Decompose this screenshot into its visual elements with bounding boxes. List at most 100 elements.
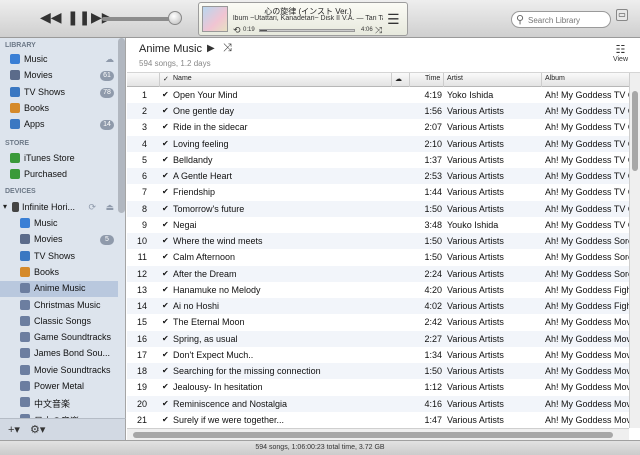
table-row[interactable]: 3 ✔ Ride in the sidecar 2:07 Various Artists… xyxy=(127,119,629,135)
table-row[interactable]: 7 ✔ Friendship 1:44 Various Artists Ah! My Go… xyxy=(127,184,629,200)
table-row[interactable]: 11 ✔ Calm Afternoon 1:50 Various Artists Ah! … xyxy=(127,249,629,265)
name-column-header[interactable]: Name xyxy=(173,75,192,82)
table-row[interactable]: 15 ✔ The Eternal Moon 2:42 Various Artists Ah… xyxy=(127,314,629,330)
checkbox[interactable]: ✔ xyxy=(162,236,172,245)
device-item[interactable]: ▾ Infinite Hori... ⟳ ⏏ xyxy=(0,200,118,216)
checkbox[interactable]: ✔ xyxy=(162,334,172,343)
table-row[interactable]: 9 ✔ Negai 3:48 Youko Ishida Ah! My Goddess TV… xyxy=(127,217,629,233)
checkbox[interactable]: ✔ xyxy=(162,366,172,375)
sidebar-item-label: Books xyxy=(24,102,50,113)
table-row[interactable]: 18 ✔ Searching for the missing connection 1… xyxy=(127,363,629,380)
add-playlist-button[interactable]: +▾ xyxy=(8,423,20,436)
sidebar-item-[interactable]: 中文音楽 xyxy=(0,395,118,411)
vertical-scrollbar[interactable] xyxy=(629,73,640,428)
minimize-window-button[interactable]: ▭ xyxy=(616,9,628,21)
sidebar-item-power-metal[interactable]: Power Metal xyxy=(0,379,118,395)
sidebar-item-tv-shows[interactable]: TV Shows 78 xyxy=(0,85,118,101)
table-row[interactable]: 16 ✔ Spring, as usual 2:27 Various Artists Ah… xyxy=(127,330,629,347)
horizontal-scroll-thumb[interactable] xyxy=(133,432,613,438)
time-column-header[interactable]: Time xyxy=(425,75,440,82)
sidebar-item-tv-shows[interactable]: TV Shows xyxy=(0,249,118,265)
disclosure-triangle-icon[interactable]: ▾ xyxy=(3,202,7,211)
shuffle-icon[interactable]: ⤨ xyxy=(375,25,382,36)
checkbox[interactable]: ✔ xyxy=(162,155,172,164)
sidebar-item-james-bond-sou[interactable]: James Bond Sou... xyxy=(0,346,118,362)
checkbox[interactable]: ✔ xyxy=(162,269,172,278)
table-row[interactable]: 21 ✔ Surely if we were together... 1:47 Vari… xyxy=(127,412,629,428)
table-row[interactable]: 2 ✔ One gentle day 1:56 Various Artists Ah! M… xyxy=(127,103,629,120)
view-button[interactable]: ☷ View xyxy=(613,43,628,63)
check-column-header[interactable]: ✓ xyxy=(163,75,169,83)
settings-gear-icon[interactable]: ⚙▾ xyxy=(30,423,45,436)
horizontal-scrollbar[interactable] xyxy=(127,428,629,440)
table-row[interactable]: 8 ✔ Tomorrow's future 1:50 Various Artists Ah… xyxy=(127,200,629,217)
track-number: 11 xyxy=(137,252,147,263)
repeat-icon[interactable]: ⟲ xyxy=(233,25,241,36)
checkbox[interactable]: ✔ xyxy=(162,301,172,310)
song-time: 2:07 xyxy=(424,122,442,133)
pause-button[interactable]: ❚❚ xyxy=(67,9,90,26)
sidebar-item-music[interactable]: Music xyxy=(0,216,118,232)
checkbox[interactable]: ✔ xyxy=(162,187,172,196)
song-progress-bar[interactable] xyxy=(259,29,355,32)
eject-icon[interactable]: ⏏ xyxy=(105,202,114,213)
table-row[interactable]: 5 ✔ Belldandy 1:37 Various Artists Ah! My God… xyxy=(127,152,629,168)
sidebar-item-movie-soundtracks[interactable]: Movie Soundtracks xyxy=(0,363,118,379)
sidebar-item-books[interactable]: Books xyxy=(0,265,118,281)
table-row[interactable]: 6 ✔ A Gentle Heart 2:53 Various Artists Ah! M… xyxy=(127,168,629,185)
sidebar-item-classic-songs[interactable]: Classic Songs xyxy=(0,314,118,330)
checkbox[interactable]: ✔ xyxy=(162,399,172,408)
table-row[interactable]: 14 ✔ Ai no Hoshi 4:02 Various Artists Ah! My … xyxy=(127,298,629,315)
sidebar-item-christmas-music[interactable]: Christmas Music xyxy=(0,298,118,314)
table-row[interactable]: 12 ✔ After the Dream 2:24 Various Artists Ah!… xyxy=(127,265,629,282)
artist-column-header[interactable]: Artist xyxy=(447,75,463,82)
sidebar-item-music[interactable]: Music ☁ xyxy=(0,52,118,68)
checkbox[interactable]: ✔ xyxy=(162,106,172,115)
device-sync-icon[interactable]: ⟳ xyxy=(88,202,96,213)
checkbox[interactable]: ✔ xyxy=(162,90,172,99)
volume-slider[interactable] xyxy=(102,17,170,21)
checkbox[interactable]: ✔ xyxy=(162,122,172,131)
track-number: 7 xyxy=(141,187,147,198)
checkbox[interactable]: ✔ xyxy=(162,317,172,326)
checkbox[interactable]: ✔ xyxy=(162,382,172,391)
up-next-list-icon[interactable]: ☰ xyxy=(387,11,400,28)
sidebar-item-itunes-store[interactable]: iTunes Store xyxy=(0,151,118,167)
cloud-column-icon[interactable]: ☁ xyxy=(395,75,402,83)
sidebar-item-movies[interactable]: Movies 61 xyxy=(0,68,118,84)
playlist-summary: 594 songs, 1.2 days xyxy=(139,59,211,68)
sidebar-item-game-soundtracks[interactable]: Game Soundtracks xyxy=(0,330,118,346)
previous-track-button[interactable]: ◀◀ xyxy=(40,9,62,26)
table-row[interactable]: 17 ✔ Don't Expect Much.. 1:34 Various Artist… xyxy=(127,347,629,363)
sidebar-item-movies[interactable]: Movies 5 xyxy=(0,232,118,248)
checkbox[interactable]: ✔ xyxy=(162,285,172,294)
song-time: 1:47 xyxy=(424,414,442,425)
album-art[interactable] xyxy=(202,6,228,32)
table-row[interactable]: 13 ✔ Hanamuke no Melody 4:20 Various Artists… xyxy=(127,282,629,298)
play-playlist-button[interactable]: ▶ xyxy=(207,43,215,54)
sidebar-item-purchased[interactable]: Purchased xyxy=(0,167,118,183)
table-row[interactable]: 10 ✔ Where the wind meets 1:50 Various Artis… xyxy=(127,233,629,250)
checkbox[interactable]: ✔ xyxy=(162,350,172,359)
checkbox[interactable]: ✔ xyxy=(162,171,172,180)
table-row[interactable]: 1 ✔ Open Your Mind 4:19 Yoko Ishida Ah! My Go… xyxy=(127,87,629,103)
album-column-header[interactable]: Album xyxy=(545,75,565,82)
sidebar-item-apps[interactable]: Apps 14 xyxy=(0,117,118,133)
song-album: Ah! My Goddess TV O xyxy=(545,106,629,117)
checkbox[interactable]: ✔ xyxy=(162,139,172,148)
checkbox[interactable]: ✔ xyxy=(162,252,172,261)
checkbox[interactable]: ✔ xyxy=(162,415,172,424)
shuffle-playlist-button[interactable]: ⤨ xyxy=(223,42,232,55)
table-row[interactable]: 4 ✔ Loving feeling 2:10 Various Artists Ah! M… xyxy=(127,135,629,152)
sidebar-item-books[interactable]: Books xyxy=(0,101,118,117)
sidebar-scrollbar[interactable] xyxy=(118,38,125,213)
search-input[interactable] xyxy=(528,14,608,26)
search-field[interactable]: ⚲ xyxy=(511,11,611,28)
volume-knob[interactable] xyxy=(168,11,182,25)
checkbox[interactable]: ✔ xyxy=(162,220,172,229)
sidebar-item-anime-music[interactable]: Anime Music xyxy=(0,281,118,298)
table-row[interactable]: 19 ✔ Jealousy- In hesitation 1:12 Various Ar… xyxy=(127,379,629,395)
vertical-scroll-thumb[interactable] xyxy=(632,91,638,171)
table-row[interactable]: 20 ✔ Reminiscence and Nostalgia 4:16 Various… xyxy=(127,395,629,412)
checkbox[interactable]: ✔ xyxy=(162,204,172,213)
